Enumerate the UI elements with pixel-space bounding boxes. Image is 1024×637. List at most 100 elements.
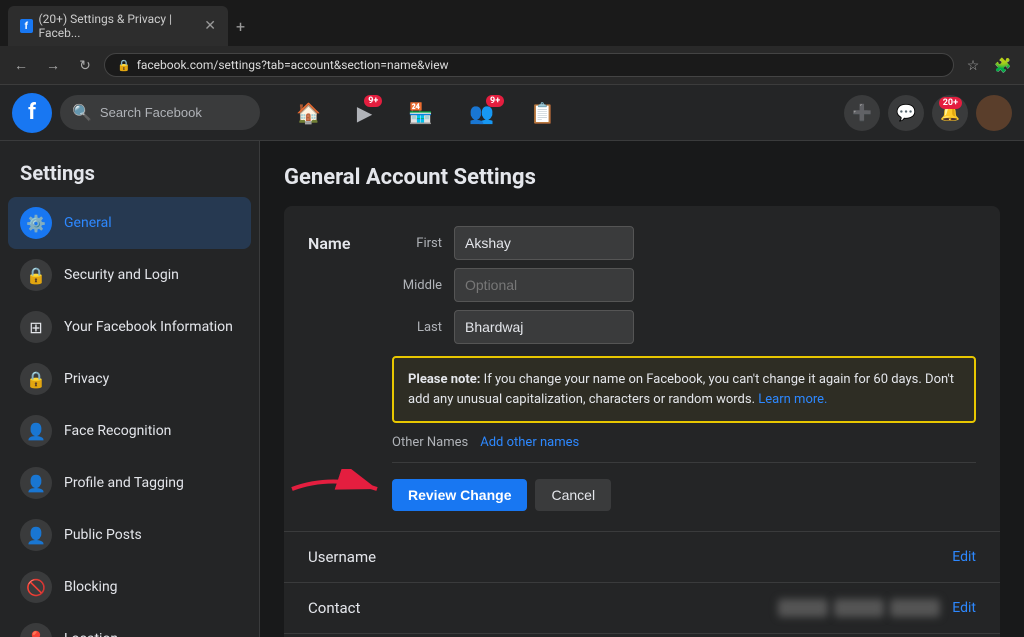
- extensions-button[interactable]: 🧩: [990, 52, 1016, 78]
- section-divider: [392, 462, 976, 463]
- username-row: Username Edit: [284, 532, 1000, 583]
- first-name-row: First: [392, 226, 976, 260]
- tab-title: (20+) Settings & Privacy | Faceb...: [39, 12, 199, 40]
- privacy-icon: 🔒: [20, 363, 52, 395]
- note-text: If you change your name on Facebook, you…: [408, 372, 954, 407]
- app-layout: Settings ⚙️ General 🔒 Security and Login…: [0, 141, 1024, 637]
- public-posts-icon: 👤: [20, 519, 52, 551]
- profile-avatar[interactable]: [976, 95, 1012, 131]
- blurred-block-1: [778, 599, 828, 617]
- sidebar-item-label-security: Security and Login: [64, 267, 179, 283]
- nav-marketplace[interactable]: 🏪: [392, 93, 449, 133]
- sidebar-item-label-location: Location: [64, 631, 118, 637]
- username-label: Username: [308, 548, 376, 566]
- arrow-indicator: [282, 469, 392, 513]
- new-tab-button[interactable]: +: [228, 13, 253, 40]
- name-section-inner: Name First Middle Last: [308, 226, 976, 511]
- refresh-button[interactable]: ↻: [72, 52, 98, 78]
- home-icon: 🏠: [296, 101, 321, 125]
- last-name-row: Last: [392, 310, 976, 344]
- sidebar-item-public-posts[interactable]: 👤 Public Posts: [8, 509, 251, 561]
- forward-button[interactable]: →: [40, 52, 66, 78]
- nav-pages[interactable]: 📋: [514, 93, 571, 133]
- action-buttons: Review Change Cancel: [392, 479, 611, 511]
- sidebar-item-label-general: General: [64, 215, 112, 231]
- note-bold: Please note:: [408, 372, 480, 387]
- contact-blurred-value: [778, 599, 940, 617]
- tab-close-button[interactable]: ✕: [204, 18, 216, 34]
- search-input[interactable]: [100, 105, 248, 120]
- sidebar-item-general[interactable]: ⚙️ General: [8, 197, 251, 249]
- profile-tagging-icon: 👤: [20, 467, 52, 499]
- facebook-logo[interactable]: f: [12, 93, 52, 133]
- page-title: General Account Settings: [284, 165, 1000, 190]
- sidebar: Settings ⚙️ General 🔒 Security and Login…: [0, 141, 260, 637]
- contact-label: Contact: [308, 599, 360, 617]
- main-content: General Account Settings Name First Midd…: [260, 141, 1024, 637]
- sidebar-item-blocking[interactable]: 🚫 Blocking: [8, 561, 251, 613]
- messenger-button[interactable]: 💬: [888, 95, 924, 131]
- name-fields: First Middle Last Please note:: [392, 226, 976, 511]
- address-bar[interactable]: 🔒 facebook.com/settings?tab=account&sect…: [104, 53, 954, 77]
- browser-controls: ← → ↻ 🔒 facebook.com/settings?tab=accoun…: [0, 46, 1024, 84]
- tab-bar: f (20+) Settings & Privacy | Faceb... ✕ …: [0, 0, 1024, 46]
- first-name-label: First: [392, 236, 442, 251]
- sidebar-item-fb-info[interactable]: ⊞ Your Facebook Information: [8, 301, 251, 353]
- other-names-row: Other Names Add other names: [392, 435, 976, 450]
- face-recognition-icon: 👤: [20, 415, 52, 447]
- nav-watch[interactable]: ▶ 9+: [341, 93, 388, 133]
- sidebar-item-privacy[interactable]: 🔒 Privacy: [8, 353, 251, 405]
- add-other-names-link[interactable]: Add other names: [480, 435, 579, 450]
- blurred-block-3: [890, 599, 940, 617]
- marketplace-icon: 🏪: [408, 101, 433, 125]
- middle-name-row: Middle: [392, 268, 976, 302]
- watch-badge: 9+: [364, 95, 382, 107]
- review-change-button[interactable]: Review Change: [392, 479, 527, 511]
- browser-tab[interactable]: f (20+) Settings & Privacy | Faceb... ✕: [8, 6, 228, 46]
- settings-card: Name First Middle Last: [284, 206, 1000, 637]
- first-name-input[interactable]: [454, 226, 634, 260]
- lock-icon: 🔒: [117, 59, 131, 72]
- sidebar-item-label-privacy: Privacy: [64, 371, 109, 387]
- sidebar-item-security[interactable]: 🔒 Security and Login: [8, 249, 251, 301]
- name-change-note: Please note: If you change your name on …: [392, 356, 976, 423]
- pages-icon: 📋: [530, 101, 555, 125]
- location-icon: 📍: [20, 623, 52, 637]
- header-right: ➕ 💬 🔔 20+: [844, 95, 1012, 131]
- username-edit-link[interactable]: Edit: [952, 549, 976, 565]
- name-section: Name First Middle Last: [284, 206, 1000, 532]
- blurred-block-2: [834, 599, 884, 617]
- notifications-button[interactable]: 🔔 20+: [932, 95, 968, 131]
- sidebar-item-label-public: Public Posts: [64, 527, 142, 543]
- back-button[interactable]: ←: [8, 52, 34, 78]
- sidebar-title: Settings: [8, 153, 251, 197]
- middle-name-input[interactable]: [454, 268, 634, 302]
- nav-home[interactable]: 🏠: [280, 93, 337, 133]
- notifications-badge: 20+: [939, 97, 962, 109]
- search-bar[interactable]: 🔍: [60, 95, 260, 130]
- bookmark-button[interactable]: ☆: [960, 52, 986, 78]
- sidebar-item-face-recognition[interactable]: 👤 Face Recognition: [8, 405, 251, 457]
- middle-name-label: Middle: [392, 278, 442, 293]
- contact-row-right: Edit: [778, 599, 976, 617]
- contact-edit-link[interactable]: Edit: [952, 600, 976, 616]
- groups-badge: 9+: [486, 95, 504, 107]
- url-text: facebook.com/settings?tab=account&sectio…: [137, 58, 449, 72]
- add-button[interactable]: ➕: [844, 95, 880, 131]
- sidebar-item-profile-tagging[interactable]: 👤 Profile and Tagging: [8, 457, 251, 509]
- sidebar-item-label-face: Face Recognition: [64, 423, 171, 439]
- tab-favicon: f: [20, 19, 33, 33]
- last-name-label: Last: [392, 320, 442, 335]
- sidebar-item-location[interactable]: 📍 Location: [8, 613, 251, 637]
- learn-more-link[interactable]: Learn more.: [758, 392, 827, 407]
- general-icon: ⚙️: [20, 207, 52, 239]
- contact-row: Contact Edit: [284, 583, 1000, 634]
- cancel-button[interactable]: Cancel: [535, 479, 611, 511]
- browser-action-buttons: ☆ 🧩: [960, 52, 1016, 78]
- header-nav: 🏠 ▶ 9+ 🏪 👥 9+ 📋: [280, 93, 571, 133]
- search-icon: 🔍: [72, 103, 92, 122]
- facebook-header: f 🔍 🏠 ▶ 9+ 🏪 👥 9+ 📋 ➕ 💬 🔔 20+: [0, 85, 1024, 141]
- other-names-label: Other Names: [392, 435, 468, 450]
- nav-groups[interactable]: 👥 9+: [453, 93, 510, 133]
- last-name-input[interactable]: [454, 310, 634, 344]
